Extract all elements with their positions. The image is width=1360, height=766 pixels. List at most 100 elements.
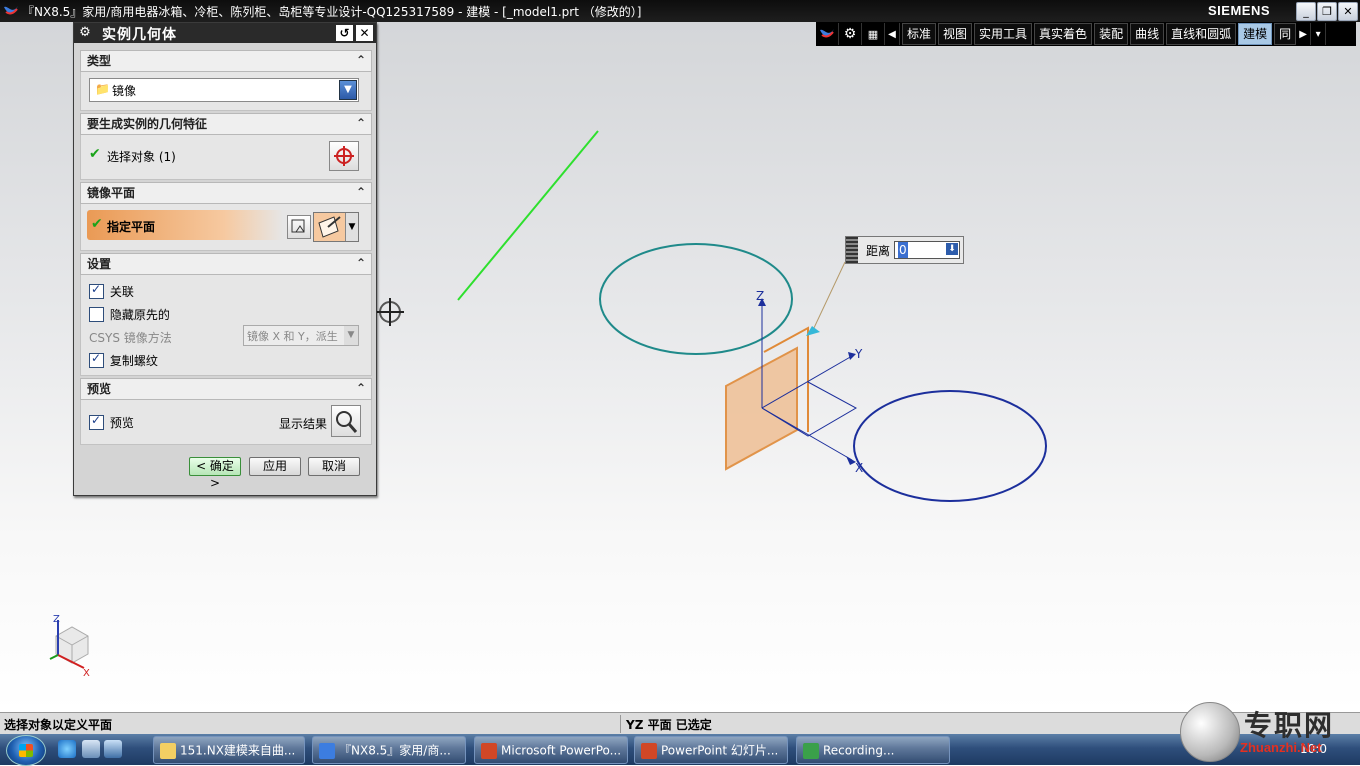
taskbar-item-recording[interactable]: Recording... bbox=[796, 736, 950, 764]
collapse-icon[interactable]: ⌃ bbox=[353, 52, 369, 68]
distance-box-grip[interactable] bbox=[846, 237, 858, 263]
copy-threads-checkbox[interactable] bbox=[89, 351, 104, 368]
crosshair-icon bbox=[334, 146, 354, 166]
start-button[interactable] bbox=[6, 735, 46, 766]
hide-original-row[interactable]: 隐藏原先的 bbox=[89, 306, 170, 323]
taskbar-item-powerpoint[interactable]: Microsoft PowerPo... bbox=[474, 736, 628, 764]
preview-row[interactable]: 预览 bbox=[89, 413, 134, 431]
preview-checkbox[interactable] bbox=[89, 413, 104, 430]
status-message: YZ 平面 已选定 bbox=[626, 718, 712, 732]
taskbar-item-folder[interactable]: 151.NX建模来自曲... bbox=[153, 736, 305, 764]
associative-label: 关联 bbox=[109, 285, 134, 299]
status-divider bbox=[620, 715, 621, 733]
plane-dialog-button[interactable] bbox=[287, 215, 311, 239]
watermark-text: 专职网 bbox=[1244, 709, 1335, 742]
hide-original-checkbox[interactable] bbox=[89, 307, 104, 322]
dialog-gear-icon[interactable]: ⚙ bbox=[77, 25, 93, 41]
dialog-close-icon[interactable]: ✕ bbox=[356, 25, 373, 41]
mirrored-circle[interactable] bbox=[853, 390, 1047, 502]
dialog-title: 实例几何体 bbox=[102, 27, 177, 43]
status-prompt: 选择对象以定义平面 bbox=[4, 718, 113, 732]
tab-true-shading[interactable]: 真实着色 bbox=[1034, 23, 1093, 45]
grid-icon[interactable]: ▦ bbox=[862, 23, 885, 45]
explorer-icon[interactable] bbox=[82, 740, 100, 758]
section-settings-title: 设置 bbox=[87, 257, 112, 271]
plane-options-arrow-icon[interactable]: ▼ bbox=[345, 213, 358, 241]
tab-assembly[interactable]: 装配 bbox=[1094, 23, 1129, 45]
tab-standard[interactable]: 标准 bbox=[902, 23, 937, 45]
distance-dropdown-icon[interactable]: ⬇ bbox=[946, 243, 958, 255]
check-icon: ✔ bbox=[89, 146, 101, 162]
scroll-right-icon[interactable]: ▶ bbox=[1296, 23, 1312, 45]
section-type-header[interactable]: 类型 ⌃ bbox=[80, 50, 372, 72]
select-object-button[interactable] bbox=[329, 141, 359, 171]
top-toolbar: ⚙ ▦ ◀ 标准 视图 实用工具 真实着色 装配 曲线 直线和圆弧 建模 同 ▶… bbox=[816, 22, 1356, 46]
section-features-body: ✔ 选择对象 (1) bbox=[80, 135, 372, 180]
section-settings-header[interactable]: 设置 ⌃ bbox=[80, 253, 372, 275]
ie-icon[interactable] bbox=[58, 740, 76, 758]
collapse-icon[interactable]: ⌃ bbox=[353, 380, 369, 396]
tab-utility[interactable]: 实用工具 bbox=[974, 23, 1033, 45]
close-window-button[interactable]: ✕ bbox=[1338, 2, 1358, 21]
siemens-brand: SIEMENS bbox=[1208, 3, 1271, 18]
dropdown-arrow-icon[interactable]: ▼ bbox=[339, 80, 357, 100]
taskbar-item-slideshow[interactable]: PowerPoint 幻灯片... bbox=[634, 736, 788, 764]
associative-row[interactable]: 关联 bbox=[89, 282, 134, 300]
distance-value: 0 bbox=[898, 242, 908, 258]
distance-label: 距离 bbox=[866, 244, 891, 258]
taskbar-item-nx[interactable]: 『NX8.5』家用/商... bbox=[312, 736, 466, 764]
type-dropdown-value: 镜像 bbox=[112, 84, 137, 98]
gear-icon[interactable]: ⚙ bbox=[839, 23, 862, 45]
specify-plane-row[interactable]: ✔ 指定平面 bbox=[87, 210, 283, 240]
collapse-icon[interactable]: ⌃ bbox=[353, 184, 369, 200]
section-mirror-plane-body: ✔ 指定平面 ▼ bbox=[80, 204, 372, 251]
copy-threads-label: 复制螺纹 bbox=[109, 354, 158, 368]
associative-checkbox[interactable] bbox=[89, 282, 104, 299]
plane-icon bbox=[318, 216, 341, 238]
check-icon: ✔ bbox=[91, 216, 103, 232]
select-object-label[interactable]: 选择对象 (1) bbox=[107, 148, 176, 165]
y-axis-label: Y bbox=[854, 347, 863, 361]
minimize-button[interactable]: _ bbox=[1296, 2, 1316, 21]
csys-method-value: 镜像 X 和 Y，派生 bbox=[247, 330, 338, 343]
show-result-label: 显示结果 bbox=[279, 417, 328, 431]
section-mirror-plane-title: 镜像平面 bbox=[87, 186, 136, 200]
tab-curve[interactable]: 曲线 bbox=[1130, 23, 1165, 45]
reset-icon[interactable]: ↺ bbox=[336, 25, 353, 41]
show-result-button[interactable] bbox=[331, 405, 361, 437]
collapse-icon[interactable]: ⌃ bbox=[353, 255, 369, 271]
tab-line-arc[interactable]: 直线和圆弧 bbox=[1166, 23, 1237, 45]
copy-threads-row[interactable]: 复制螺纹 bbox=[89, 351, 158, 369]
distance-leader bbox=[812, 261, 846, 331]
section-mirror-plane-header[interactable]: 镜像平面 ⌃ bbox=[80, 182, 372, 204]
green-curve[interactable] bbox=[457, 130, 599, 301]
triad-x-label: X bbox=[83, 668, 90, 679]
recording-icon bbox=[803, 742, 819, 759]
csys-method-label: CSYS 镜像方法 bbox=[89, 331, 172, 345]
triad-z-label: Z bbox=[53, 614, 60, 625]
section-features-header[interactable]: 要生成实例的几何特征 ⌃ bbox=[80, 113, 372, 135]
show-desktop-icon[interactable] bbox=[104, 740, 122, 758]
section-type-title: 类型 bbox=[87, 54, 112, 68]
toolbar-options-icon[interactable]: ▾ bbox=[1311, 23, 1327, 45]
distance-field[interactable]: 0 ⬇ bbox=[894, 241, 960, 259]
tab-view[interactable]: 视图 bbox=[938, 23, 973, 45]
nx-logo-icon[interactable] bbox=[816, 23, 839, 45]
scroll-left-icon[interactable]: ◀ bbox=[885, 23, 900, 45]
cancel-button[interactable]: 取消 bbox=[308, 457, 360, 476]
dialog-header: ⚙ 实例几何体 ↺ ✕ bbox=[74, 23, 376, 43]
tab-modeling[interactable]: 建模 bbox=[1238, 23, 1273, 45]
nx-app-icon bbox=[3, 3, 19, 19]
section-preview-header[interactable]: 预览 ⌃ bbox=[80, 378, 372, 400]
type-dropdown[interactable]: 📁 镜像 ▼ bbox=[89, 78, 359, 102]
hide-original-label: 隐藏原先的 bbox=[109, 308, 170, 322]
section-preview-body: 预览 显示结果 bbox=[80, 400, 372, 445]
apply-button[interactable]: 应用 bbox=[249, 457, 301, 476]
collapse-icon[interactable]: ⌃ bbox=[353, 115, 369, 131]
ok-button[interactable]: < 确定 > bbox=[189, 457, 241, 490]
inferred-plane-button[interactable]: ▼ bbox=[313, 212, 359, 242]
view-triad[interactable]: Z X bbox=[49, 614, 90, 679]
crosshair-cursor bbox=[376, 298, 404, 326]
restore-button[interactable]: ❐ bbox=[1317, 2, 1337, 21]
tab-sync[interactable]: 同 bbox=[1274, 23, 1297, 45]
